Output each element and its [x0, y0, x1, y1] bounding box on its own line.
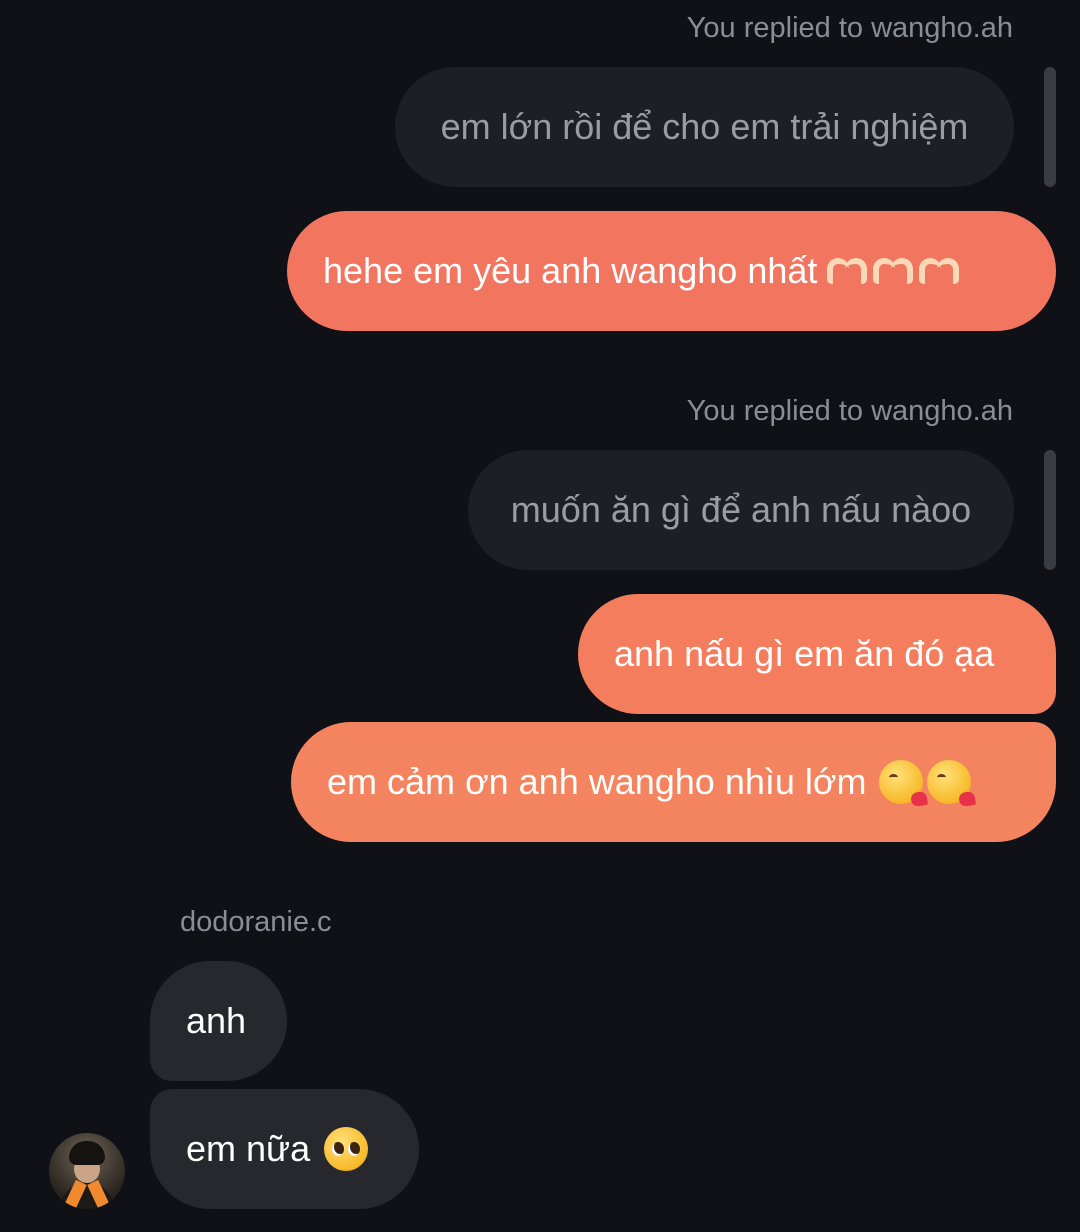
sent-message-bubble[interactable]: hehe em yêu anh wangho nhất: [287, 211, 1056, 331]
heart-hands-icon: [871, 256, 915, 286]
quoted-message-text: muốn ăn gì để anh nấu nàoo: [510, 489, 972, 530]
received-message-bubble[interactable]: anh: [150, 961, 287, 1081]
reply-label: You replied to wangho.ah: [686, 12, 1013, 44]
kissing-heart-icon: [926, 760, 971, 804]
reply-label: You replied to wangho.ah: [686, 395, 1013, 427]
quoted-message-bubble[interactable]: muốn ăn gì để anh nấu nàoo: [468, 450, 1014, 570]
pleading-face-icon: [324, 1127, 369, 1171]
quote-bar: [1044, 67, 1056, 187]
sent-message-text: em cảm ơn anh wangho nhìu lớm: [327, 761, 867, 802]
sent-message-bubble[interactable]: em cảm ơn anh wangho nhìu lớm: [291, 722, 1056, 842]
heart-hands-icon: [917, 256, 961, 286]
sender-name: dodoranie.c: [180, 906, 332, 938]
received-message-bubble[interactable]: em nữa: [150, 1089, 419, 1209]
received-message-text: em nữa: [186, 1128, 311, 1169]
quoted-message-text: em lớn rồi để cho em trải nghiệm: [440, 106, 969, 147]
heart-hands-icon: [825, 256, 869, 286]
kissing-heart-icon: [878, 760, 923, 804]
quoted-message-bubble[interactable]: em lớn rồi để cho em trải nghiệm: [395, 67, 1014, 187]
received-message-text: anh: [186, 1000, 247, 1041]
sent-message-text: hehe em yêu anh wangho nhất: [323, 250, 818, 291]
quote-bar: [1044, 450, 1056, 570]
kissing-heart-emoji-group: [875, 760, 971, 804]
sent-message-bubble[interactable]: anh nấu gì em ăn đó ạa: [578, 594, 1056, 714]
heart-hands-emoji-group: [825, 256, 963, 286]
avatar[interactable]: [49, 1133, 125, 1209]
sent-message-text: anh nấu gì em ăn đó ạa: [614, 633, 995, 674]
